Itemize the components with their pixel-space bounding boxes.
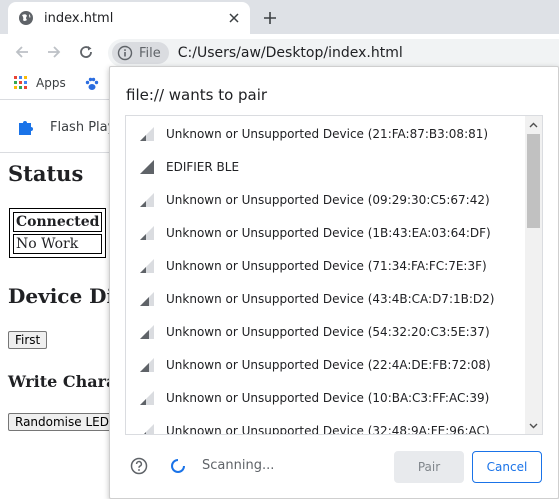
signal-strength-icon xyxy=(140,390,154,405)
device-row[interactable]: Unknown or Unsupported Device (71:34:FA:… xyxy=(126,249,526,282)
spinner-icon xyxy=(170,458,186,474)
tab-active[interactable]: index.html xyxy=(8,2,250,34)
device-row[interactable]: Unknown or Unsupported Device (43:4B:CA:… xyxy=(126,282,526,315)
signal-strength-icon xyxy=(140,192,154,207)
bookmark-apps[interactable]: Apps xyxy=(14,76,66,90)
site-info-label: File xyxy=(139,45,161,61)
cancel-button[interactable]: Cancel xyxy=(472,451,542,483)
new-tab-icon[interactable] xyxy=(260,8,280,28)
device-row[interactable]: Unknown or Unsupported Device (1B:43:EA:… xyxy=(126,216,526,249)
tab-title: index.html xyxy=(44,10,114,26)
signal-strength-icon xyxy=(140,357,154,372)
scanning-status: Scanning... xyxy=(202,458,275,473)
signal-strength-icon xyxy=(140,324,154,339)
first-button[interactable]: First xyxy=(8,331,48,349)
device-name: Unknown or Unsupported Device (10:BA:C3:… xyxy=(166,390,490,405)
signal-strength-icon xyxy=(140,291,154,306)
signal-strength-icon xyxy=(140,126,154,141)
device-name: Unknown or Unsupported Device (21:FA:87:… xyxy=(166,126,489,141)
flash-player-prompt[interactable]: Flash Play xyxy=(16,117,115,137)
device-name: Unknown or Unsupported Device (1B:43:EA:… xyxy=(166,225,491,240)
device-name: Unknown or Unsupported Device (54:32:20:… xyxy=(166,324,490,339)
help-icon[interactable] xyxy=(130,457,148,475)
address-bar[interactable]: File C:/Users/aw/Desktop/index.html xyxy=(108,39,559,67)
signal-strength-icon xyxy=(140,258,154,273)
randomise-led-button[interactable]: Randomise LED xyxy=(8,413,116,431)
status-heading: Status xyxy=(8,161,84,186)
device-name: Unknown or Unsupported Device (22:4A:DE:… xyxy=(166,357,491,372)
bluetooth-pair-dialog: file:// wants to pair Unknown or Unsuppo… xyxy=(109,66,559,499)
device-name: Unknown or Unsupported Device (32:48:9A:… xyxy=(166,423,490,435)
bookmark-paw[interactable] xyxy=(84,76,100,92)
paw-icon xyxy=(84,76,100,92)
info-icon xyxy=(117,45,133,61)
pair-button[interactable]: Pair xyxy=(394,451,464,483)
write-characteristic-heading: Write Chara xyxy=(8,372,117,391)
reload-icon[interactable] xyxy=(76,42,96,62)
signal-strength-icon xyxy=(140,225,154,240)
device-name: Unknown or Unsupported Device (09:29:30:… xyxy=(166,192,490,207)
close-tab-icon[interactable] xyxy=(226,10,242,26)
site-info-chip[interactable]: File xyxy=(112,42,169,64)
bookmark-apps-label: Apps xyxy=(36,76,66,90)
device-row[interactable]: EDIFIER BLE xyxy=(126,150,526,183)
signal-strength-icon xyxy=(140,423,154,434)
status-table: Connected No Work xyxy=(9,208,107,258)
device-row[interactable]: Unknown or Unsupported Device (09:29:30:… xyxy=(126,183,526,216)
scroll-up-arrow-icon[interactable] xyxy=(525,116,542,133)
globe-icon xyxy=(18,10,34,26)
scroll-down-arrow-icon[interactable] xyxy=(525,417,542,434)
puzzle-piece-icon xyxy=(16,117,36,137)
device-name: Unknown or Unsupported Device (71:34:FA:… xyxy=(166,258,487,273)
dialog-title: file:// wants to pair xyxy=(126,86,268,104)
tab-strip: index.html xyxy=(0,0,559,34)
apps-grid-icon xyxy=(14,76,28,90)
device-list-scrollbar[interactable] xyxy=(525,116,542,434)
device-name: Unknown or Unsupported Device (43:4B:CA:… xyxy=(166,291,495,306)
device-name: EDIFIER BLE xyxy=(166,159,240,174)
scroll-thumb[interactable] xyxy=(527,134,540,228)
browser-toolbar: File C:/Users/aw/Desktop/index.html xyxy=(0,34,559,70)
device-list[interactable]: Unknown or Unsupported Device (21:FA:87:… xyxy=(125,115,543,435)
device-discovery-heading: Device Dis xyxy=(8,284,126,308)
forward-arrow-icon[interactable] xyxy=(44,42,64,62)
status-connected: Connected xyxy=(13,212,103,232)
signal-strength-icon xyxy=(140,159,154,174)
device-row[interactable]: Unknown or Unsupported Device (10:BA:C3:… xyxy=(126,381,526,414)
device-row[interactable]: Unknown or Unsupported Device (22:4A:DE:… xyxy=(126,348,526,381)
back-arrow-icon[interactable] xyxy=(12,42,32,62)
device-row[interactable]: Unknown or Unsupported Device (21:FA:87:… xyxy=(126,117,526,150)
device-row[interactable]: Unknown or Unsupported Device (54:32:20:… xyxy=(126,315,526,348)
url-text: C:/Users/aw/Desktop/index.html xyxy=(177,45,403,61)
dialog-footer: Scanning... Pair Cancel xyxy=(110,447,558,487)
status-work: No Work xyxy=(13,234,103,254)
flash-player-label: Flash Play xyxy=(50,119,116,135)
device-row[interactable]: Unknown or Unsupported Device (32:48:9A:… xyxy=(126,414,526,435)
